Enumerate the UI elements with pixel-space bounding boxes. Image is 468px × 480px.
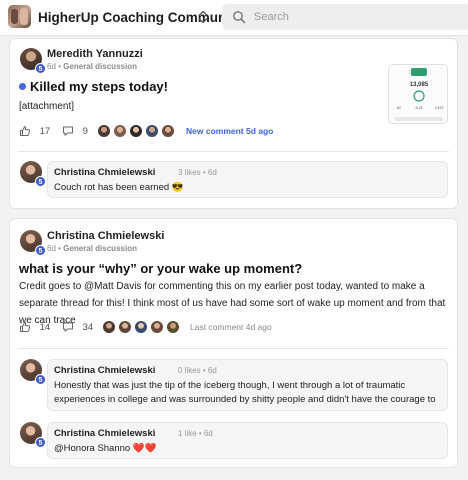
level-badge: 5: [35, 63, 46, 74]
post-category[interactable]: General discussion: [63, 244, 137, 253]
divider: [18, 151, 449, 152]
community-name[interactable]: HigherUp Coaching Community: [38, 10, 242, 25]
attachment-steps: 13,085: [410, 82, 429, 88]
post-card[interactable]: 5 Christina Chmielewski 6d • General dis…: [9, 218, 458, 468]
search-bar[interactable]: [222, 4, 468, 30]
commenter-avatar: [161, 124, 175, 138]
commenter-avatar: [145, 124, 159, 138]
level-badge: 5: [35, 374, 46, 385]
community-logo[interactable]: [8, 5, 31, 28]
avatar[interactable]: 5: [20, 161, 46, 187]
post-title[interactable]: Killed my steps today!: [30, 79, 168, 94]
attachment-metric: 2,497: [435, 106, 444, 110]
comment-preview[interactable]: Christina Chmielewski 3 likes • 6d Couch…: [47, 161, 448, 198]
commenter-avatar: [129, 124, 143, 138]
comment-count: 9: [82, 125, 88, 137]
search-input[interactable]: [254, 8, 454, 26]
post-author[interactable]: Meredith Yannuzzi: [47, 48, 143, 60]
last-activity[interactable]: Last comment 4d ago: [190, 322, 272, 332]
post-author[interactable]: Christina Chmielewski: [47, 230, 164, 242]
search-icon: [232, 10, 246, 29]
comment-count: 34: [82, 321, 94, 333]
post-meta: 6d • General discussion: [47, 244, 137, 253]
comment-meta: 0 likes • 6d: [178, 366, 217, 375]
commenter-avatar: [150, 320, 164, 334]
post-category[interactable]: General discussion: [63, 62, 137, 71]
comment-preview[interactable]: Christina Chmielewski 0 likes • 6d Hones…: [47, 359, 448, 411]
comment-author[interactable]: Christina Chmielewski: [54, 428, 155, 439]
commenter-avatar: [102, 320, 116, 334]
like-button[interactable]: 17: [19, 125, 50, 137]
commenter-avatars[interactable]: [102, 320, 182, 334]
avatar[interactable]: 5: [20, 422, 46, 448]
thumbs-up-icon: [19, 126, 31, 137]
comment-button[interactable]: 9: [62, 125, 88, 137]
chevron-up-down-icon[interactable]: [197, 9, 209, 25]
attachment-metric: 62: [397, 106, 401, 110]
comment-icon: [62, 126, 74, 137]
post-time: 6d: [47, 244, 56, 253]
level-badge: 5: [35, 176, 46, 187]
comment-icon: [62, 322, 74, 333]
avatar[interactable]: 5: [20, 359, 46, 385]
comment-meta: 1 like • 6d: [178, 429, 213, 438]
comment-author[interactable]: Christina Chmielewski: [54, 167, 155, 178]
post-meta: 6d • General discussion: [47, 62, 137, 71]
commenter-avatars[interactable]: [97, 124, 177, 138]
level-badge: 5: [35, 245, 46, 256]
comment-text: Honestly that was just the tip of the ic…: [54, 380, 436, 405]
post-time: 6d: [47, 62, 56, 71]
divider: [18, 348, 449, 349]
comment-button[interactable]: 34: [62, 321, 93, 333]
attachment-thumbnail[interactable]: 13,085 62 6.18 2,497: [388, 64, 448, 124]
avatar[interactable]: 5: [20, 230, 46, 256]
comment-text: Couch rot has been earned 😎: [54, 182, 184, 193]
level-badge: 5: [35, 437, 46, 448]
post-title[interactable]: what is your “why” or your wake up momen…: [19, 261, 302, 276]
attachment-metric: 6.18: [416, 106, 423, 110]
like-count: 14: [39, 321, 51, 333]
comment-preview[interactable]: Christina Chmielewski 1 like • 6d @Honor…: [47, 422, 448, 459]
like-button[interactable]: 14: [19, 321, 50, 333]
last-activity[interactable]: New comment 5d ago: [186, 126, 273, 136]
commenter-avatar: [118, 320, 132, 334]
commenter-avatar: [97, 124, 111, 138]
commenter-avatar: [166, 320, 180, 334]
comment-text: @Honora Shanno ❤️❤️: [54, 443, 157, 454]
comment-meta: 3 likes • 6d: [178, 168, 217, 177]
thumbs-up-icon: [19, 322, 31, 333]
avatar[interactable]: 5: [20, 48, 46, 74]
commenter-avatar: [134, 320, 148, 334]
post-card[interactable]: 5 Meredith Yannuzzi 6d • General discuss…: [9, 38, 458, 209]
comment-author[interactable]: Christina Chmielewski: [54, 365, 155, 376]
top-bar: HigherUp Coaching Community: [0, 0, 468, 36]
post-body: [attachment]: [19, 101, 75, 112]
unread-indicator: [19, 83, 26, 90]
like-count: 17: [39, 125, 51, 137]
commenter-avatar: [113, 124, 127, 138]
